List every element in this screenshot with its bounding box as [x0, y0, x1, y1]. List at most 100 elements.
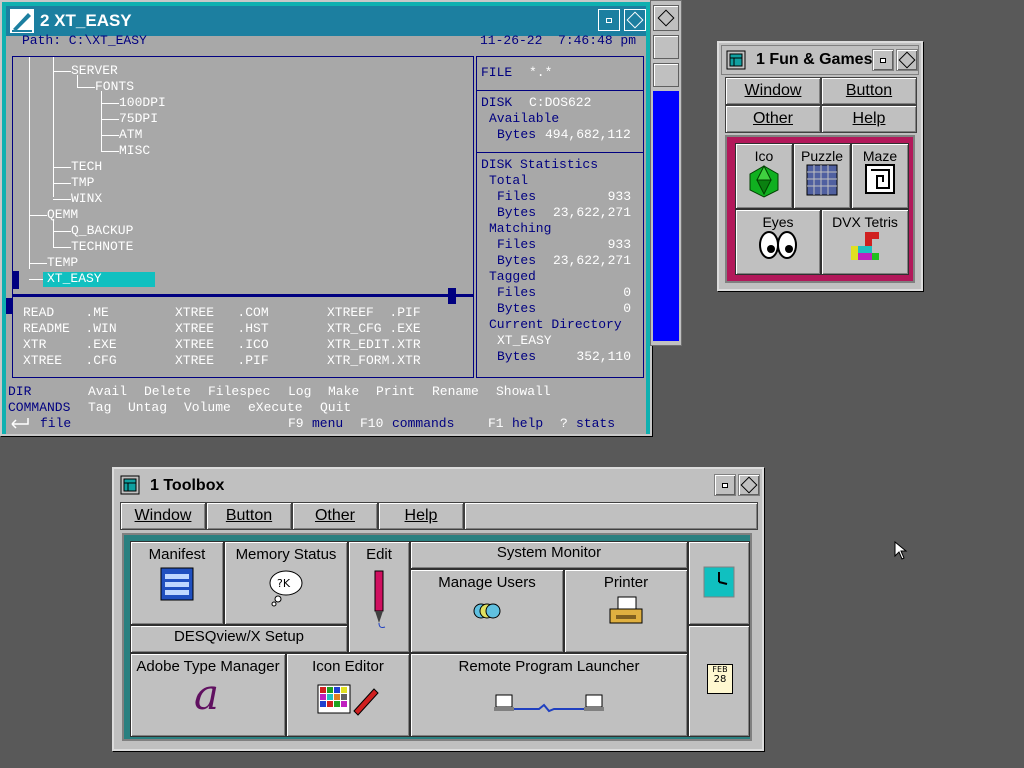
tree-item[interactable]: SERVER: [71, 63, 118, 79]
cmd-rename[interactable]: Rename: [432, 384, 479, 400]
f1-key[interactable]: F1: [488, 416, 504, 432]
menu-window[interactable]: Window: [120, 502, 206, 530]
manifest-tile[interactable]: Manifest: [130, 541, 224, 625]
printer-tile[interactable]: Printer: [564, 569, 688, 653]
file-item[interactable]: XTR_CFG .EXE: [327, 321, 421, 337]
tree-item[interactable]: TECH: [71, 159, 102, 175]
cmd-tag[interactable]: Tag: [88, 400, 111, 416]
maximize-button[interactable]: [738, 474, 760, 496]
fun-titlebar[interactable]: 1 Fun & Games: [721, 45, 919, 75]
menu-window[interactable]: Window: [725, 77, 821, 105]
ico-tile[interactable]: Ico: [735, 143, 793, 209]
cmd-untag[interactable]: Untag: [128, 400, 167, 416]
scroll-up-button[interactable]: [653, 35, 679, 59]
clock-tile[interactable]: [688, 541, 750, 625]
pen-icon: [374, 570, 386, 628]
background-window-scrollbar[interactable]: [650, 0, 682, 346]
menu-button[interactable]: Button: [821, 77, 917, 105]
icosahedron-icon: [749, 164, 779, 198]
tetris-tile[interactable]: DVX Tetris: [821, 209, 909, 275]
tree-item[interactable]: 75DPI: [119, 111, 158, 127]
toolbox-window[interactable]: 1 Toolbox Window Button Other Help Manif…: [112, 467, 764, 751]
cmd-quit[interactable]: Quit: [320, 400, 351, 416]
cmd-showall[interactable]: Showall: [496, 384, 551, 400]
diamond-icon: [898, 51, 916, 69]
tree-item[interactable]: TEMP: [47, 255, 78, 271]
menu-help[interactable]: Help: [378, 502, 464, 530]
pen-app-icon[interactable]: [10, 9, 34, 33]
stats-key[interactable]: ?: [560, 416, 568, 432]
scroll-down-button[interactable]: [653, 63, 679, 87]
file-item[interactable]: XTR_EDIT.XTR: [327, 337, 421, 353]
edit-tile[interactable]: Edit: [348, 541, 410, 653]
file-list[interactable]: READ .ME XTREE .COM XTREEF .PIF README .…: [12, 296, 474, 378]
memory-status-tile[interactable]: Memory Status ?K: [224, 541, 348, 625]
cmd-volume[interactable]: Volume: [184, 400, 231, 416]
remote-launcher-tile[interactable]: Remote Program Launcher: [410, 653, 688, 737]
remote-launcher-label: Remote Program Launcher: [458, 658, 640, 675]
file-item[interactable]: XTREE .ICO: [175, 337, 269, 353]
file-item[interactable]: XTREE .CFG: [23, 353, 117, 369]
maximize-button[interactable]: [896, 49, 918, 71]
eyes-tile[interactable]: Eyes: [735, 209, 821, 275]
f10-key[interactable]: F10: [360, 416, 383, 432]
file-item[interactable]: READ .ME: [23, 305, 109, 321]
cmd-log[interactable]: Log: [288, 384, 311, 400]
directory-tree[interactable]: SERVER FONTS 100DPI 75DPI ATM MISC TECH …: [12, 56, 474, 296]
maze-tile[interactable]: Maze: [851, 143, 909, 209]
minimize-button[interactable]: [598, 9, 620, 31]
tree-item[interactable]: WINX: [71, 191, 102, 207]
window-menu-icon[interactable]: [120, 475, 140, 495]
calendar-tile[interactable]: FEB 28: [688, 625, 750, 737]
eyes-label: Eyes: [762, 214, 794, 230]
icon-editor-tile[interactable]: Icon Editor: [286, 653, 410, 737]
menu-help[interactable]: Help: [821, 105, 917, 133]
file-item[interactable]: XTR .EXE: [23, 337, 117, 353]
file-item[interactable]: XTREE .COM: [175, 305, 269, 321]
diamond-icon: [740, 476, 758, 494]
tree-item[interactable]: MISC: [119, 143, 150, 159]
file-item[interactable]: README .WIN: [23, 321, 117, 337]
tree-item-selected[interactable]: XT_EASY: [47, 271, 102, 287]
xtree-titlebar[interactable]: 2 XT_EASY: [6, 6, 646, 36]
minimize-button[interactable]: [714, 474, 736, 496]
cmd-make[interactable]: Make: [328, 384, 359, 400]
cmd-avail[interactable]: Avail: [88, 384, 127, 400]
tree-item[interactable]: QEMM: [47, 207, 78, 223]
toolbox-panel: Manifest Memory Status ?K Edit System Mo…: [122, 533, 752, 741]
file-item[interactable]: XTR_FORM.XTR: [327, 353, 421, 369]
menu-button[interactable]: Button: [206, 502, 292, 530]
f9-key[interactable]: F9: [288, 416, 304, 432]
toolbox-titlebar[interactable]: 1 Toolbox: [116, 471, 760, 501]
puzzle-tile[interactable]: Puzzle: [793, 143, 851, 209]
file-item[interactable]: XTREE .PIF: [175, 353, 269, 369]
scroll-track[interactable]: [653, 91, 679, 341]
cmd-delete[interactable]: Delete: [144, 384, 191, 400]
eyes-icon: [759, 231, 797, 259]
maximize-button[interactable]: [624, 9, 646, 31]
file-item[interactable]: XTREEF .PIF: [327, 305, 421, 321]
tree-item[interactable]: Q_BACKUP: [71, 223, 133, 239]
scroll-diamond-button[interactable]: [653, 5, 679, 31]
tree-item[interactable]: 100DPI: [119, 95, 166, 111]
tree-item[interactable]: TMP: [71, 175, 94, 191]
tree-item[interactable]: FONTS: [95, 79, 134, 95]
file-section: FILE *.*: [477, 57, 643, 91]
cmd-print[interactable]: Print: [376, 384, 415, 400]
tree-item[interactable]: TECHNOTE: [71, 239, 133, 255]
system-monitor-tile[interactable]: System Monitor: [410, 541, 688, 569]
minimize-button[interactable]: [872, 49, 894, 71]
atm-tile[interactable]: Adobe Type Manager a: [130, 653, 286, 737]
manage-users-tile[interactable]: Manage Users: [410, 569, 564, 653]
file-item[interactable]: XTREE .HST: [175, 321, 269, 337]
fun-games-window[interactable]: 1 Fun & Games Window Button Other Help I…: [717, 41, 923, 291]
cmd-filespec[interactable]: Filespec: [208, 384, 270, 400]
tetris-blocks-icon: [851, 232, 879, 260]
window-menu-icon[interactable]: [726, 50, 746, 70]
cmd-execute[interactable]: eXecute: [248, 400, 303, 416]
xtree-window[interactable]: 2 XT_EASY Path: C:\XT_EASY 11-26-22 7:46…: [0, 0, 652, 436]
tree-item[interactable]: ATM: [119, 127, 142, 143]
desqview-setup-tile[interactable]: DESQview/X Setup: [130, 625, 348, 653]
menu-other[interactable]: Other: [725, 105, 821, 133]
menu-other[interactable]: Other: [292, 502, 378, 530]
